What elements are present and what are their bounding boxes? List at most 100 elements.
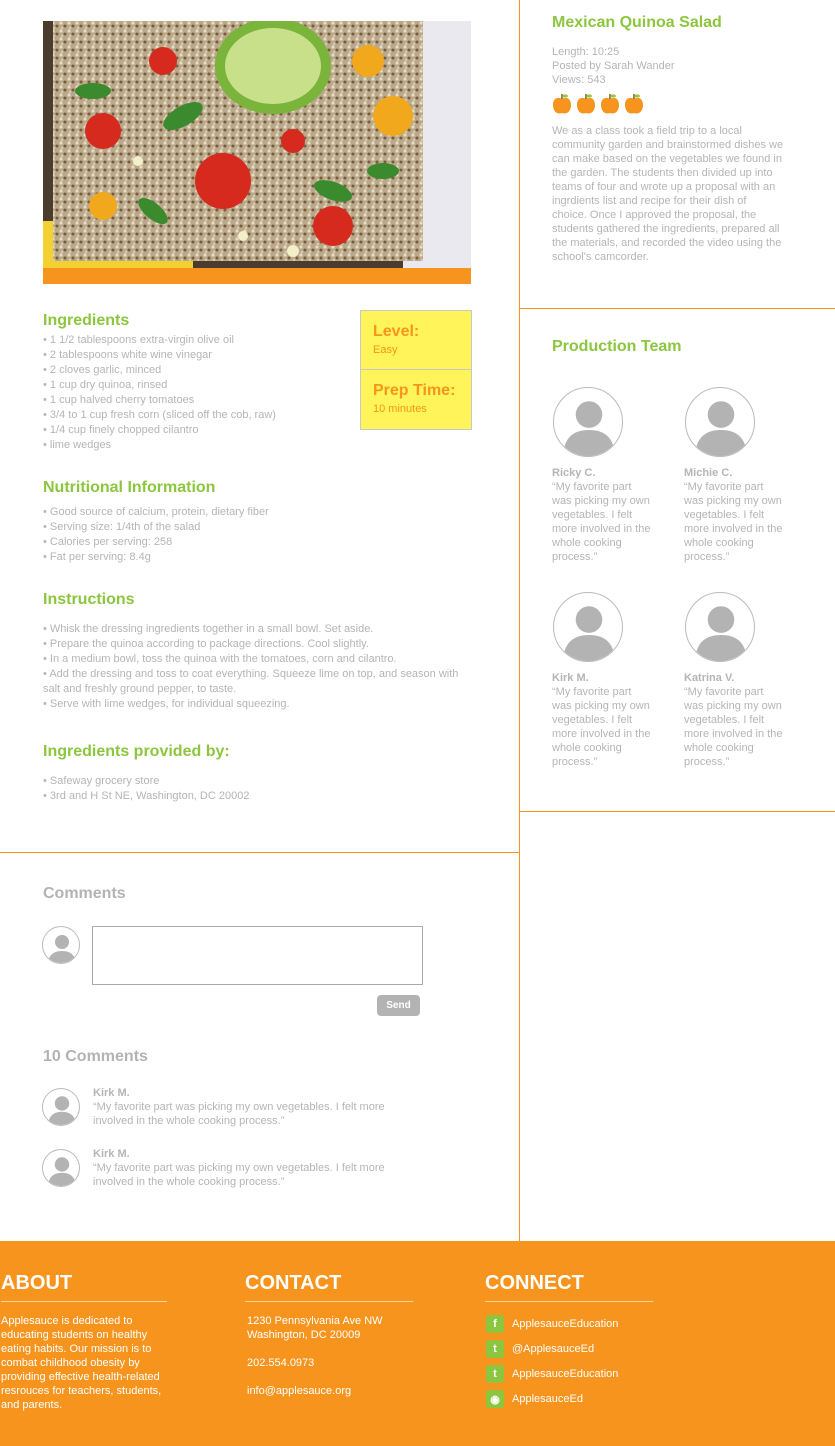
provider-item: 3rd and H St NE, Washington, DC 20002 xyxy=(43,789,483,804)
recipe-views: Views: 543 xyxy=(552,74,606,86)
address-line1: 1230 Pennsylvania Ave NW xyxy=(247,1315,383,1327)
commenter-avatar xyxy=(42,1088,80,1126)
team-member-name: Kirk M. xyxy=(552,672,589,684)
rating xyxy=(552,93,792,115)
social-link[interactable]: t ApplesauceEducation xyxy=(486,1365,618,1383)
photo-accent-bar xyxy=(43,268,471,284)
main-column-divider xyxy=(519,0,520,1241)
social-link[interactable]: ◉ ApplesauceEd xyxy=(486,1390,583,1408)
contact-underline xyxy=(245,1301,413,1302)
ingredients-list: 1 1/2 tablespoons extra-virgin olive oil… xyxy=(43,333,353,453)
nutrition-item: Fat per serving: 8.4g xyxy=(43,550,483,565)
comment: Kirk M. “My favorite part was picking my … xyxy=(93,1087,423,1128)
team-member-avatar xyxy=(553,592,623,662)
comments-title: Comments xyxy=(43,885,126,902)
team-member-avatar xyxy=(685,387,755,457)
contact-title: CONTACT xyxy=(245,1272,342,1294)
provided-title: Ingredients provided by: xyxy=(43,743,230,760)
ingredient-item: 1 1/2 tablespoons extra-virgin olive oil xyxy=(43,333,353,348)
apple-rating-icon xyxy=(553,94,571,114)
comment-input[interactable] xyxy=(92,926,423,985)
recipe-description: We as a class took a field trip to a loc… xyxy=(552,125,784,263)
recipe-author[interactable]: Posted by Sarah Wander xyxy=(552,59,792,73)
recipe-photo[interactable] xyxy=(43,21,471,268)
sidebar-divider-top xyxy=(519,308,835,309)
ingredient-item: lime wedges xyxy=(43,438,353,453)
prep-time-label: Prep Time: xyxy=(373,382,456,399)
provided-list: Safeway grocery store3rd and H St NE, Wa… xyxy=(43,774,483,804)
about-title: ABOUT xyxy=(1,1272,73,1294)
ingredient-item: 3/4 to 1 cup fresh corn (sliced off the … xyxy=(43,408,353,423)
team-member-quote: “My favorite part was picking my own veg… xyxy=(552,686,651,768)
team-member-avatar xyxy=(685,592,755,662)
team-member-quote: “My favorite part was picking my own veg… xyxy=(552,481,651,563)
ingredients-title: Ingredients xyxy=(43,312,130,329)
level-label: Level: xyxy=(373,323,420,340)
team-member: Kirk M. “My favorite part was picking my … xyxy=(552,672,652,769)
instructions-title: Instructions xyxy=(43,591,135,608)
social-link[interactable]: t @ApplesauceEd xyxy=(486,1340,594,1358)
team-member-quote: “My favorite part was picking my own veg… xyxy=(684,481,783,563)
apple-rating-icon xyxy=(577,94,595,114)
team-member: Ricky C. “My favorite part was picking my… xyxy=(552,467,652,564)
comment: Kirk M. “My favorite part was picking my … xyxy=(93,1148,423,1189)
ingredient-item: 1 cup halved cherry tomatoes xyxy=(43,393,353,408)
comment-text: “My favorite part was picking my own veg… xyxy=(93,1101,385,1127)
social-label: @ApplesauceEd xyxy=(512,1343,595,1355)
comments-divider xyxy=(0,852,519,853)
ingredient-item: 2 cloves garlic, minced xyxy=(43,363,353,378)
camera-icon: ◉ xyxy=(486,1390,504,1408)
connect-underline xyxy=(485,1301,653,1302)
twitter-icon: t xyxy=(486,1340,504,1358)
ingredient-item: 1 cup dry quinoa, rinsed xyxy=(43,378,353,393)
recipe-title: Mexican Quinoa Salad xyxy=(552,14,722,31)
phone[interactable]: 202.554.0973 xyxy=(247,1356,383,1370)
email-link[interactable]: info@applesauce.org xyxy=(247,1384,383,1398)
nutrition-list: Good source of calcium, protein, dietary… xyxy=(43,505,483,565)
instruction-step: Prepare the quinoa according to package … xyxy=(43,637,473,652)
comment-text: “My favorite part was picking my own veg… xyxy=(93,1162,385,1188)
team-member-name: Ricky C. xyxy=(552,467,596,479)
footer: ABOUT Applesauce is dedicated to educati… xyxy=(0,1241,835,1446)
instruction-step: Whisk the dressing ingredients together … xyxy=(43,622,473,637)
team-member-name: Michie C. xyxy=(684,467,733,479)
tumblr-icon: t xyxy=(486,1365,504,1383)
team-member: Katrina V. “My favorite part was picking … xyxy=(684,672,784,769)
team-title: Production Team xyxy=(552,338,682,355)
comments-count: 10 Comments xyxy=(43,1048,148,1065)
social-link[interactable]: f ApplesauceEducation xyxy=(486,1315,618,1333)
about-underline xyxy=(1,1301,167,1302)
level-value: Easy xyxy=(373,344,398,356)
nutrition-item: Serving size: 1/4th of the salad xyxy=(43,520,483,535)
instructions-list: Whisk the dressing ingredients together … xyxy=(43,622,473,712)
address-line2: Washington, DC 20009 xyxy=(247,1329,361,1341)
social-label: ApplesauceEducation xyxy=(512,1318,619,1330)
social-label: ApplesauceEducation xyxy=(512,1368,619,1380)
recipe-meta: Mexican Quinoa Salad Length: 10:25 Poste… xyxy=(552,14,792,264)
commenter-name: Kirk M. xyxy=(93,1087,130,1099)
team-member: Michie C. “My favorite part was picking m… xyxy=(684,467,784,564)
commenter-name: Kirk M. xyxy=(93,1148,130,1160)
instruction-step: In a medium bowl, toss the quinoa with t… xyxy=(43,652,473,667)
instruction-step: Add the dressing and toss to coat everyt… xyxy=(43,667,473,697)
sidebar-divider-bottom xyxy=(519,811,835,812)
team-member-name: Katrina V. xyxy=(684,672,735,684)
team-member-avatar xyxy=(553,387,623,457)
ingredient-item: 2 tablespoons white wine vinegar xyxy=(43,348,353,363)
commenter-avatar xyxy=(42,1149,80,1187)
recipe-length: Length: 10:25 xyxy=(552,46,620,58)
apple-rating-icon xyxy=(601,94,619,114)
connect-title: CONNECT xyxy=(485,1272,584,1294)
team-member-quote: “My favorite part was picking my own veg… xyxy=(684,686,783,768)
send-button[interactable]: Send xyxy=(377,995,420,1016)
nutrition-title: Nutritional Information xyxy=(43,479,216,496)
nutrition-item: Calories per serving: 258 xyxy=(43,535,483,550)
prep-time-value: 10 minutes xyxy=(373,403,427,415)
about-text: Applesauce is dedicated to educating stu… xyxy=(1,1315,162,1411)
ingredient-item: 1/4 cup finely chopped cilantro xyxy=(43,423,353,438)
social-label: ApplesauceEd xyxy=(512,1393,583,1405)
user-avatar xyxy=(42,926,80,964)
provider-item: Safeway grocery store xyxy=(43,774,483,789)
facebook-icon: f xyxy=(486,1315,504,1333)
apple-rating-icon xyxy=(625,94,643,114)
